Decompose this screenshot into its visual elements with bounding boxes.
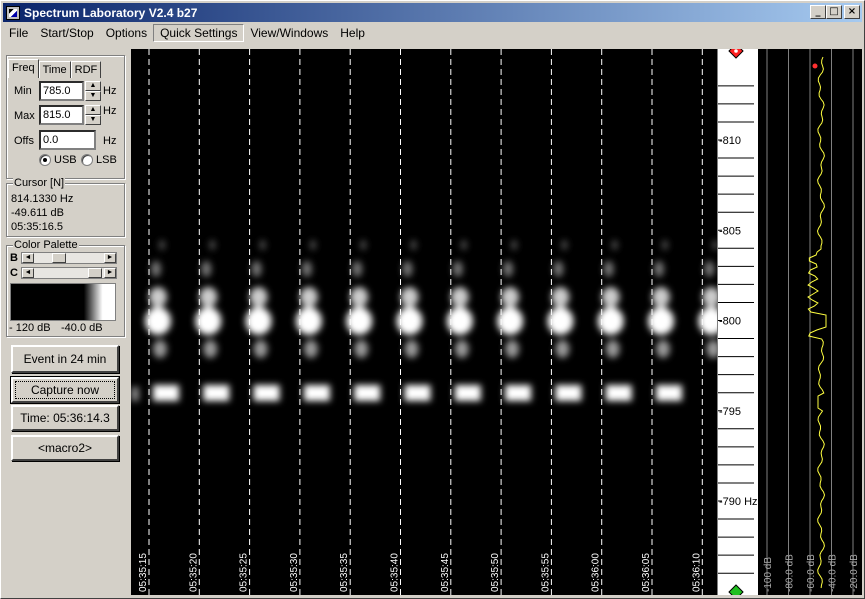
contrast-slider[interactable]: ◄ ► (21, 267, 117, 279)
offs-label: Offs (14, 135, 34, 147)
top-marker-icon[interactable] (728, 43, 744, 59)
capture-now-button[interactable]: Capture now (11, 377, 119, 403)
close-button[interactable]: × (844, 5, 860, 19)
tab-time[interactable]: Time (38, 61, 71, 78)
waterfall-display[interactable]: 05:35:15 05:35:20 05:35:25 05:35:30 05:35:35… (131, 49, 717, 595)
frequency-labels: -810 -805 -800 -795 -790 Hz (719, 135, 758, 508)
maximize-button[interactable]: □ (826, 5, 842, 19)
time-button[interactable]: Time: 05:36:14.3 (11, 405, 119, 431)
app-icon[interactable] (6, 5, 20, 20)
main-window: Spectrum Laboratory V2.4 b27 _ □ × File … (0, 0, 865, 599)
time-label: 05:36:00 (591, 553, 602, 592)
title-bar[interactable]: Spectrum Laboratory V2.4 b27 _ □ × (3, 3, 862, 22)
time-label: 05:35:45 (440, 553, 451, 592)
frequency-scale-canvas: -810 -805 -800 -795 -790 Hz (718, 43, 758, 599)
slider-left-arrow[interactable]: ◄ (22, 253, 34, 263)
brightness-label: B (10, 252, 18, 264)
max-unit: Hz (103, 105, 117, 117)
max-label: Max (14, 110, 35, 122)
min-freq-stepper[interactable]: ▲ ▼ (85, 81, 101, 101)
min-label: Min (14, 85, 32, 97)
palette-title: Color Palette (13, 239, 79, 251)
slider-right-arrow[interactable]: ► (104, 268, 116, 278)
time-label: 05:35:55 (540, 553, 551, 592)
spectrum-label: -60.0 dB (806, 554, 817, 592)
spectrum-label: -20.0 dB (849, 554, 860, 592)
tab-strip: Freq Time RDF (8, 59, 102, 78)
palette-high: -40.0 dB (61, 322, 103, 334)
cursor-level: -49.611 dB (11, 207, 65, 219)
spectrum-label: -40.0 dB (828, 554, 839, 592)
control-panel: Freq Time RDF Min 785.0 ▲ ▼ Hz Max 815.0 … (5, 47, 127, 595)
spectrum-label: -100 dB (763, 557, 774, 592)
offset-field[interactable]: 0.0 (39, 130, 96, 150)
menu-file[interactable]: File (3, 24, 34, 42)
spectrum-trace (807, 56, 827, 589)
tab-freq[interactable]: Freq (8, 59, 39, 78)
max-freq-field[interactable]: 815.0 (39, 105, 84, 125)
macro2-button[interactable]: <macro2> (11, 435, 119, 461)
slider-left-arrow[interactable]: ◄ (22, 268, 34, 278)
contrast-label: C (10, 267, 18, 279)
palette-gradient (10, 283, 116, 321)
frequency-label: -810 (719, 135, 741, 147)
spectrum-label: -80.0 dB (785, 554, 796, 592)
menu-bar: File Start/Stop Options Quick Settings V… (3, 23, 862, 43)
frequency-label: -805 (719, 225, 741, 237)
time-label: 05:35:35 (339, 553, 350, 592)
menu-options[interactable]: Options (100, 24, 153, 42)
spectrum-plot[interactable]: -100 dB -80.0 dB -60.0 dB -40.0 dB -20.0 dB (758, 49, 862, 595)
menu-quick-settings[interactable]: Quick Settings (153, 24, 245, 42)
spectrum-gridlines (766, 49, 854, 595)
time-label: 05:35:30 (289, 553, 300, 592)
frequency-scale[interactable]: -810 -805 -800 -795 -790 Hz (717, 43, 758, 599)
time-label: 05:35:20 (188, 553, 199, 592)
cursor-time: 05:35:16.5 (11, 221, 63, 233)
usb-label: USB (54, 154, 77, 166)
spectrum-canvas: -100 dB -80.0 dB -60.0 dB -40.0 dB -20.0 dB (763, 49, 860, 595)
frequency-label: -800 (719, 316, 741, 328)
tab-rdf[interactable]: RDF (70, 61, 102, 78)
menu-start-stop[interactable]: Start/Stop (34, 24, 99, 42)
time-labels: 05:35:15 05:35:20 05:35:25 05:35:30 05:35:35… (138, 553, 702, 592)
usb-radio[interactable] (39, 154, 51, 166)
lsb-radio[interactable] (81, 154, 93, 166)
max-freq-stepper[interactable]: ▲ ▼ (85, 105, 101, 125)
time-label: 05:35:50 (490, 553, 501, 592)
time-label: 05:35:15 (138, 553, 149, 592)
palette-low: - 120 dB (9, 322, 51, 334)
contrast-thumb[interactable] (88, 268, 102, 278)
time-label: 05:36:10 (691, 553, 702, 592)
offs-unit: Hz (103, 135, 117, 147)
event-button[interactable]: Event in 24 min (11, 345, 119, 373)
frequency-label: -795 (719, 406, 741, 418)
time-label: 05:36:05 (641, 553, 652, 592)
min-unit: Hz (103, 85, 117, 97)
min-freq-field[interactable]: 785.0 (39, 81, 84, 101)
time-label: 05:35:40 (390, 553, 401, 592)
lsb-label: LSB (96, 154, 117, 166)
frequency-label: -790 Hz (719, 496, 758, 508)
spectrum-labels: -100 dB -80.0 dB -60.0 dB -40.0 dB -20.0 dB (763, 554, 860, 592)
window-title: Spectrum Laboratory V2.4 b27 (24, 5, 198, 20)
menu-view-windows[interactable]: View/Windows (244, 24, 334, 42)
slider-right-arrow[interactable]: ► (104, 253, 116, 263)
signal-traces (131, 240, 717, 401)
brightness-slider[interactable]: ◄ ► (21, 252, 117, 264)
brightness-thumb[interactable] (52, 253, 66, 263)
peak-marker-icon (812, 63, 818, 69)
minimize-button[interactable]: _ (810, 5, 826, 19)
waterfall-canvas: 05:35:15 05:35:20 05:35:25 05:35:30 05:35:35… (131, 49, 717, 595)
cursor-freq: 814.1330 Hz (11, 193, 74, 205)
cursor-title: Cursor [N] (13, 177, 66, 189)
time-label: 05:35:25 (239, 553, 250, 592)
menu-help[interactable]: Help (334, 24, 371, 42)
bottom-marker-icon[interactable] (728, 584, 744, 599)
